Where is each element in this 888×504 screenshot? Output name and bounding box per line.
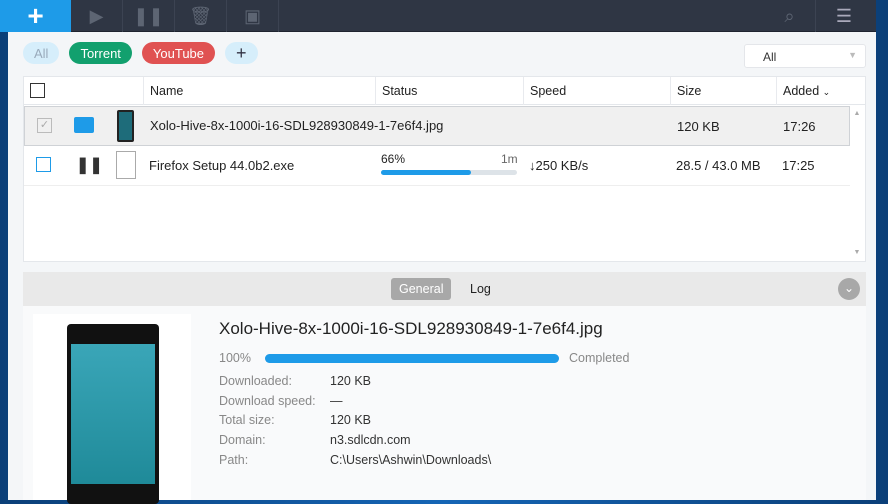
column-name[interactable]: Name [143,77,183,105]
resume-button[interactable]: ▶ [71,0,123,32]
sort-chevron-icon: ⌄ [822,87,831,97]
table-row[interactable]: ✓ Xolo-Hive-8x-1000i-16-SDL928930849-1-7… [24,106,850,146]
scroll-down-icon[interactable]: ▼ [849,249,865,256]
file-name: Firefox Setup 44.0b2.exe [149,158,295,173]
table-row[interactable]: ❚❚ Firefox Setup 44.0b2.exe 66% 1m ↓250 … [24,146,850,186]
label-total: Total size: [219,413,275,427]
file-name: Xolo-Hive-8x-1000i-16-SDL928930849-1-7e6… [150,118,444,133]
detail-status: Completed [569,351,630,365]
detail-percent: 100% [219,351,251,365]
progress-fill [265,354,559,363]
app-window: + ▶ ❚❚ 🗑 ▣ ⌕ ☰ All Torrent YouTube + All… [0,0,876,504]
scrollbar[interactable]: ▲ ▼ [849,106,865,261]
dropdown-value: All [763,50,777,64]
value-path[interactable]: C:\Users\Ashwin\Downloads\ [330,453,491,467]
plus-icon: + [27,0,44,31]
eta: 1m [501,152,518,166]
label-downloaded: Downloaded: [219,374,292,388]
detail-progress-bar [265,354,559,363]
progress-percent: 66% [381,152,406,166]
column-size[interactable]: Size [670,77,701,105]
filter-all[interactable]: All [23,42,60,64]
trash-icon: 🗑 [189,5,212,26]
label-path: Path: [219,453,249,467]
file-thumbnail [117,110,134,142]
tab-log[interactable]: Log [462,278,499,300]
value-domain[interactable]: n3.sdlcdn.com [330,433,411,447]
folder-icon[interactable] [74,117,94,133]
tab-general[interactable]: General [391,278,452,300]
progress-bar [381,170,517,175]
dropdown-arrow-icon: ▼ [848,50,857,60]
play-icon: ▶ [89,5,104,26]
download-speed: ↓250 KB/s [529,158,589,173]
add-filter-button[interactable]: + [225,42,258,64]
details-tabbar: General Log ⌄ [23,272,866,306]
column-status[interactable]: Status [375,77,417,105]
delete-button[interactable]: 🗑 [175,0,227,32]
row-checkbox[interactable]: ✓ [37,118,52,133]
added-time: 17:26 [783,119,816,134]
save-button[interactable]: ▣ [227,0,279,32]
filter-dropdown[interactable]: All ▼ [744,44,866,68]
toolbar: + ▶ ❚❚ 🗑 ▣ ⌕ ☰ [0,0,876,32]
file-size: 120 KB [677,119,720,134]
pause-icon[interactable]: ❚❚ [76,155,103,175]
value-total: 120 KB [330,413,372,427]
preview-image [33,314,191,504]
menu-button[interactable]: ☰ [818,0,870,32]
add-download-button[interactable]: + [0,0,71,32]
value-speed: — [330,394,343,408]
row-checkbox[interactable] [36,157,51,172]
pause-icon: ❚❚ [133,5,164,26]
filter-torrent[interactable]: Torrent [69,42,132,64]
file-size: 28.5 / 43.0 MB [676,158,761,173]
hamburger-icon: ☰ [835,5,853,26]
progress-fill [381,170,471,175]
filter-youtube[interactable]: YouTube [141,42,216,64]
label-speed: Download speed: [219,394,316,408]
pause-button[interactable]: ❚❚ [123,0,175,32]
column-speed[interactable]: Speed [523,77,566,105]
save-icon: ▣ [243,5,261,26]
search-icon: ⌕ [784,5,795,26]
scroll-up-icon[interactable]: ▲ [849,110,865,117]
collapse-chevron-icon[interactable]: ⌄ [838,278,860,300]
column-added[interactable]: Added ⌄ [776,77,851,105]
table-header: Name Status Speed Size Added ⌄ [24,77,865,105]
search-button[interactable]: ⌕ [764,0,816,32]
value-downloaded: 120 KB [330,374,372,388]
select-all-checkbox[interactable] [24,77,61,105]
detail-title: Xolo-Hive-8x-1000i-16-SDL928930849-1-7e6… [219,319,603,338]
file-icon [116,151,136,179]
added-time: 17:25 [782,158,815,173]
downloads-table: Name Status Speed Size Added ⌄ ✓ Xolo-Hi… [23,76,866,262]
details-panel: Xolo-Hive-8x-1000i-16-SDL928930849-1-7e6… [23,306,866,504]
label-domain: Domain: [219,433,266,447]
column-added-label: Added [783,84,820,98]
